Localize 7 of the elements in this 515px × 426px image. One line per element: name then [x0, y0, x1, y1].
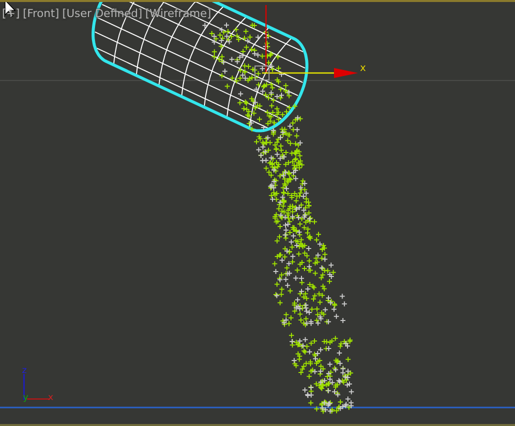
move-gizmo-icon[interactable]	[254, 5, 358, 80]
axis-label: x	[360, 63, 366, 74]
axis-label: y	[23, 394, 28, 403]
axis-triad-icon	[23, 374, 50, 400]
axis-label: z	[22, 367, 27, 376]
axis-label: x	[48, 394, 54, 403]
viewport-menu-label[interactable]: [Front]	[22, 7, 60, 20]
